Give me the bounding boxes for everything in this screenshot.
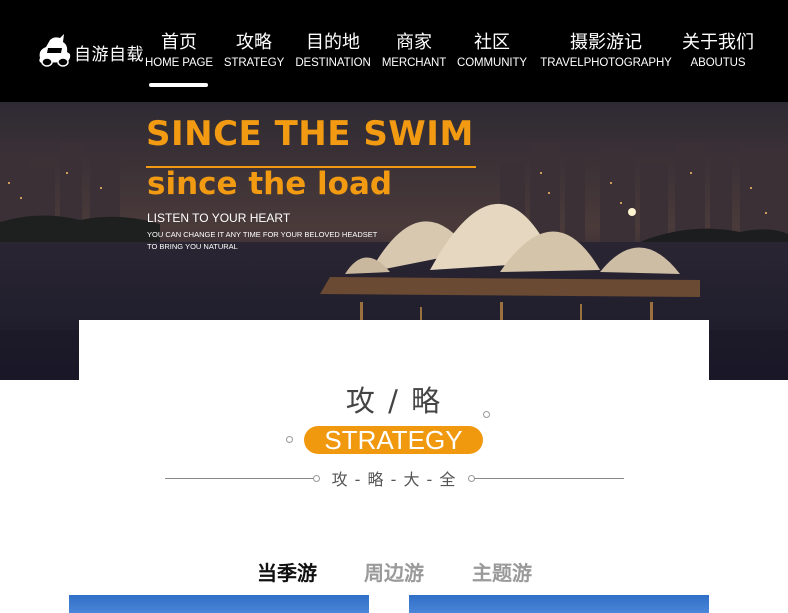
divider-right: [474, 478, 624, 479]
nav-item-about-us[interactable]: 关于我们 ABOUTUS: [680, 30, 756, 90]
nav-item-cn-label: 商家: [396, 32, 432, 53]
nav-item-cn-label: 首页: [161, 32, 197, 53]
banner-subheadline: since the load: [147, 166, 393, 202]
nav-item-cn-label: 目的地: [306, 32, 360, 53]
strategy-thumbnail[interactable]: [69, 595, 369, 613]
nav-item-travel-photography[interactable]: 摄影游记 TRAVELPHOTOGRAPHY: [535, 30, 677, 90]
nav-item-home[interactable]: 首页 HOME PAGE: [141, 30, 217, 90]
banner-headline: SINCE THE SWIM: [146, 114, 474, 154]
strategy-thumbnail[interactable]: [409, 595, 709, 613]
section-subtitle: 攻 - 略 - 大 - 全: [331, 470, 457, 489]
nav-item-en-label: MERCHANT: [381, 57, 447, 69]
nav-item-en-label: STRATEGY: [223, 57, 285, 69]
nav-item-cn-label: 攻略: [236, 32, 272, 53]
decor-dot: [286, 436, 293, 443]
nav-item-en-label: DESTINATION: [295, 57, 371, 69]
brand-name: 自游自载: [74, 45, 144, 65]
nav-item-merchant[interactable]: 商家 MERCHANT: [378, 30, 450, 90]
nav-item-cn-label: 社区: [474, 32, 510, 53]
nav-item-strategy[interactable]: 攻略 STRATEGY: [219, 30, 289, 90]
banner-tagline: LISTEN TO YOUR HEART: [147, 211, 291, 225]
banner-line-2: TO BRING YOU NATURAL: [147, 242, 238, 251]
nav-item-cn-label: 摄影游记: [570, 32, 642, 53]
nav-item-en-label: HOME PAGE: [145, 57, 213, 69]
nav-active-underline: [149, 83, 208, 87]
nav-item-en-label: COMMUNITY: [456, 57, 527, 69]
nav-item-en-label: ABOUTUS: [690, 57, 746, 69]
tab-in-season[interactable]: 当季游: [257, 557, 317, 586]
header: 自游自载 首页 HOME PAGE 攻略 STRATEGY 目的地 DESTIN…: [0, 0, 788, 102]
decor-dot: [313, 475, 320, 482]
divider-left: [165, 478, 315, 479]
car-logo-icon: [39, 34, 71, 67]
nav-item-cn-label: 关于我们: [682, 32, 754, 53]
tab-nearby[interactable]: 周边游: [364, 557, 424, 586]
decor-dot: [483, 411, 490, 418]
logo[interactable]: 自游自载: [34, 30, 144, 72]
section-title: 攻 / 略: [345, 384, 443, 418]
nav-item-en-label: TRAVELPHOTOGRAPHY: [540, 57, 672, 69]
tab-theme[interactable]: 主题游: [472, 557, 532, 586]
section-pill: STRATEGY: [304, 426, 483, 454]
nav-item-destination[interactable]: 目的地 DESTINATION: [291, 30, 375, 90]
banner-line-1: YOU CAN CHANGE IT ANY TIME FOR YOUR BELO…: [147, 230, 378, 239]
nav-item-community[interactable]: 社区 COMMUNITY: [452, 30, 532, 90]
